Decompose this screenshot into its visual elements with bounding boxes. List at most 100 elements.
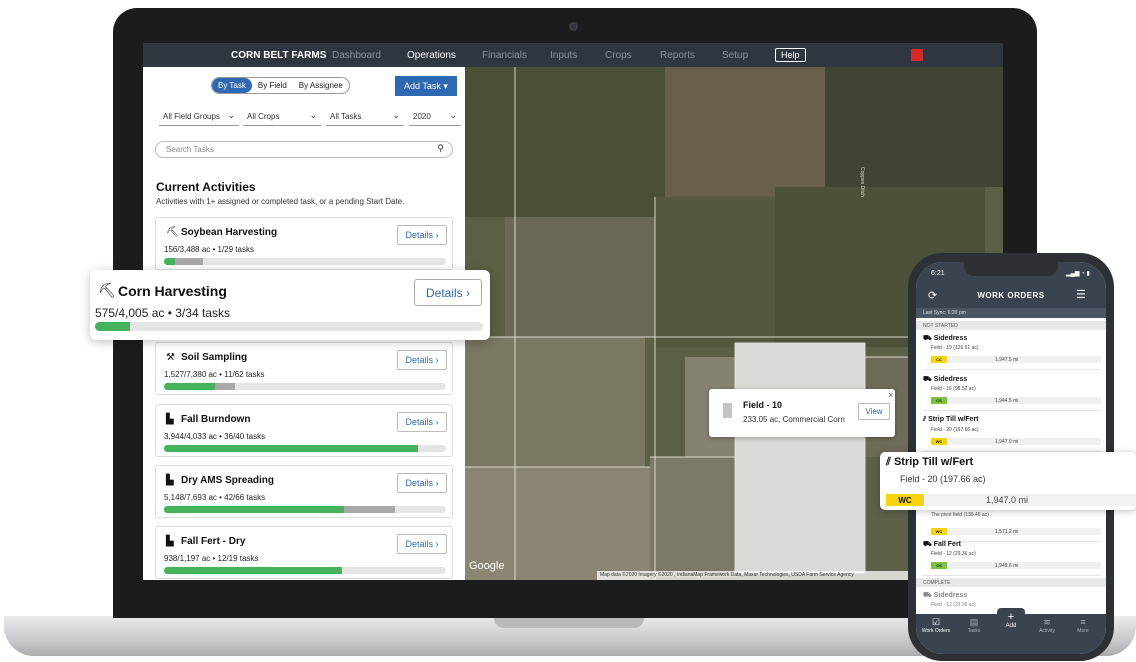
details-label: Details xyxy=(405,230,433,240)
tractor-icon: ⛟ xyxy=(923,335,934,342)
close-icon[interactable]: × xyxy=(888,390,893,400)
filter-year[interactable]: 2020 ⌄ xyxy=(409,109,461,126)
details-button[interactable]: Details › xyxy=(414,279,482,306)
work-order-title: ⛟ Sidedress xyxy=(923,591,967,600)
view-toggle: By Task By Field By Assignee xyxy=(211,77,350,94)
toggle-by-field[interactable]: By Field xyxy=(252,78,293,93)
activity-stats: 1,527/7,380 ac • 11/62 tasks xyxy=(164,370,265,379)
search-icon[interactable]: ⚲ xyxy=(437,143,444,154)
activity-card[interactable]: ⚒ Soil Sampling 1,527/7,380 ac • 11/62 t… xyxy=(155,342,453,395)
tab-label: Work Orders xyxy=(921,628,951,634)
brand-name[interactable]: CORN BELT FARMS xyxy=(231,50,326,61)
distance: 1,571.2 mi xyxy=(995,529,1019,535)
details-button[interactable]: Details › xyxy=(397,225,447,245)
nav-reports[interactable]: Reports xyxy=(660,50,695,61)
activity-stats: 5,148/7,693 ac • 42/66 tasks xyxy=(164,493,266,502)
section-title: Current Activities xyxy=(156,180,256,194)
chevron-down-icon: ⌄ xyxy=(392,110,400,120)
menu-icon: ≡ xyxy=(1080,617,1086,627)
add-task-label: Add Task xyxy=(404,81,441,91)
tractor-icon: ⛟ xyxy=(923,376,934,383)
progress-bar xyxy=(164,383,446,390)
chevron-right-icon: › xyxy=(435,355,439,365)
tab-label: Activity xyxy=(1039,628,1055,634)
chevron-right-icon: › xyxy=(466,285,471,300)
toggle-by-task[interactable]: By Task xyxy=(212,78,252,93)
google-logo: Google xyxy=(469,560,505,572)
chevron-down-icon: ⌄ xyxy=(449,110,457,120)
section-subtitle: Activities with 1+ assigned or completed… xyxy=(156,197,405,206)
shovel-icon: ⚒ xyxy=(166,352,175,363)
work-order-field: The pivot field (139.46 ac) xyxy=(931,512,989,518)
nav-setup[interactable]: Setup xyxy=(722,50,748,61)
tab-more[interactable]: ≡ More xyxy=(1066,617,1100,634)
work-order-field: Field - 12 (29.36 ac) xyxy=(931,551,976,557)
work-order-bar: WC 1,947.0 mi xyxy=(886,494,1136,506)
distance: 1,949.6 mi xyxy=(995,563,1019,569)
tab-tasks[interactable]: ▤ Tasks xyxy=(957,617,991,634)
activity-title: Corn Harvesting xyxy=(118,283,227,299)
details-button[interactable]: Details › xyxy=(397,412,447,432)
activity-card[interactable]: ▙ Fall Burndown 3,944/4,033 ac • 36/40 t… xyxy=(155,404,453,457)
user-flag-icon[interactable] xyxy=(911,49,923,61)
filter-label: All Crops xyxy=(247,112,280,121)
chevron-down-icon: ⌄ xyxy=(309,110,317,120)
tractor-icon: ⛟ xyxy=(923,541,934,548)
activity-stats: 3,944/4,033 ac • 36/40 tasks xyxy=(164,432,266,441)
status-time: 6:21 xyxy=(931,270,945,277)
work-order-title: ⛟ Fall Fert xyxy=(923,540,961,549)
work-order-title: ⛟ Sidedress xyxy=(923,375,967,384)
toggle-by-assignee[interactable]: By Assignee xyxy=(293,78,349,93)
add-task-button[interactable]: Add Task ▾ xyxy=(395,76,457,96)
activity-title: Dry AMS Spreading xyxy=(181,475,274,486)
progress-completed xyxy=(164,445,418,452)
tab-label: More xyxy=(1077,628,1089,634)
progress-bar xyxy=(164,567,446,574)
distance: 1,944.5 mi xyxy=(995,398,1019,404)
work-order-item[interactable]: ⫽ Strip Till w/Fert Field - 20 (197.66 a… xyxy=(923,414,1101,452)
field-popup[interactable]: Field - 10 233.05 ac, Commercial Corn Vi… xyxy=(709,389,895,437)
camera-icon xyxy=(569,22,578,31)
work-order-item[interactable]: ⛟ Fall Fert Field - 12 (29.36 ac) CS 1,94… xyxy=(923,538,1101,576)
nav-crops[interactable]: Crops xyxy=(605,50,632,61)
nav-dashboard[interactable]: Dashboard xyxy=(332,50,381,61)
crop-tag: WC xyxy=(886,494,924,506)
field-icon xyxy=(723,403,732,418)
progress-bar xyxy=(164,258,446,265)
nav-financials[interactable]: Financials xyxy=(482,50,527,61)
strip-till-callout[interactable]: ⫽ Strip Till w/Fert Field - 20 (197.66 a… xyxy=(880,452,1136,510)
filter-icon[interactable]: ☰ xyxy=(1076,288,1086,301)
details-button[interactable]: Details › xyxy=(397,350,447,370)
chevron-right-icon: › xyxy=(435,230,439,240)
work-order-item[interactable]: ⛟ Sidedress Field - 16 (98.52 ac) CS 1,94… xyxy=(923,373,1101,411)
details-button[interactable]: Details › xyxy=(397,473,447,493)
chevron-right-icon: › xyxy=(435,478,439,488)
nav-inputs[interactable]: Inputs xyxy=(550,50,577,61)
crop-tag: CS xyxy=(931,562,947,569)
activity-card[interactable]: ▙ Dry AMS Spreading 5,148/7,693 ac • 42/… xyxy=(155,465,453,518)
details-button[interactable]: Details › xyxy=(397,534,447,554)
filter-tasks[interactable]: All Tasks ⌄ xyxy=(326,109,404,126)
search-input[interactable]: Search Tasks ⚲ xyxy=(155,141,453,158)
corn-harvesting-callout[interactable]: ⛏ Corn Harvesting 575/4,005 ac • 3/34 ta… xyxy=(90,270,490,340)
activity-card[interactable]: ▙ Fall Fert - Dry 938/1,197 ac • 12/19 t… xyxy=(155,526,453,579)
nav-operations[interactable]: Operations xyxy=(407,50,456,61)
tab-work-orders[interactable]: ☑ Work Orders xyxy=(919,617,953,634)
activity-card[interactable]: ⛏ Soybean Harvesting 156/3,488 ac • 1/29… xyxy=(155,217,453,270)
help-button[interactable]: Help xyxy=(775,48,806,62)
tab-label: Add xyxy=(1005,623,1017,629)
work-order-bar: CS 1,949.6 mi xyxy=(931,562,1101,569)
plus-icon: + xyxy=(1007,611,1015,623)
activity-icon: ≋ xyxy=(1043,617,1051,627)
harvester-icon: ⛏ xyxy=(98,282,116,298)
harvester-icon: ⛏ xyxy=(166,227,179,238)
filter-crops[interactable]: All Crops ⌄ xyxy=(243,109,321,126)
filter-field-groups[interactable]: All Field Groups ⌄ xyxy=(159,109,239,126)
tab-activity[interactable]: ≋ Activity xyxy=(1030,617,1064,634)
work-order-item[interactable]: ⛟ Sidedress Field - 19 (126.61 ac) CC 1,9… xyxy=(923,332,1101,370)
details-label: Details xyxy=(405,355,433,365)
title-text: Strip Till w/Fert xyxy=(893,456,974,468)
tab-add[interactable]: + Add xyxy=(997,608,1025,636)
crop-tag: CS xyxy=(931,397,947,404)
view-button[interactable]: View xyxy=(858,403,890,420)
